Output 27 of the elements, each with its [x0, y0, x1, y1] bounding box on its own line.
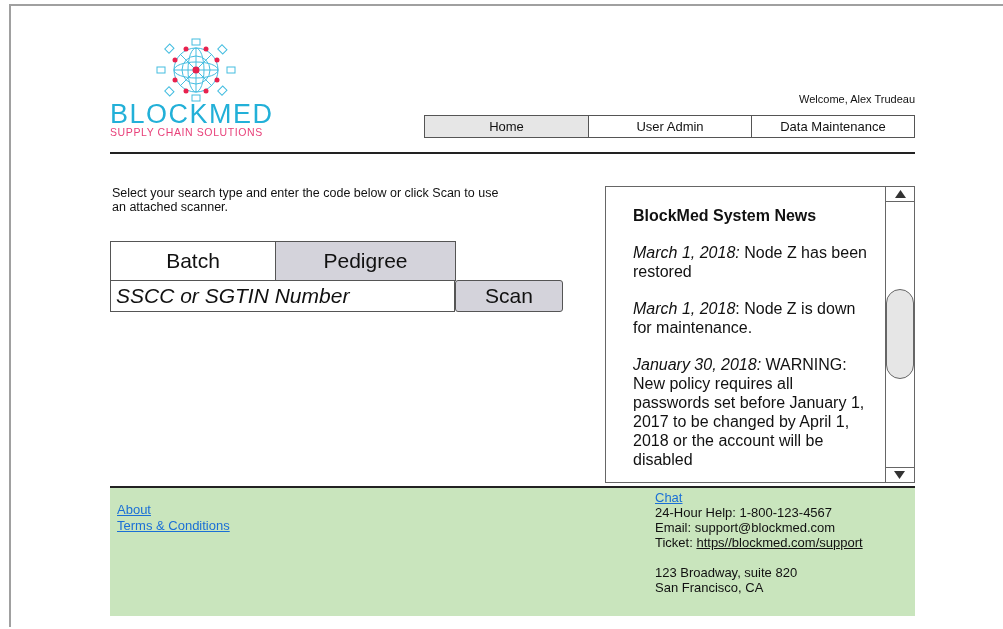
- search-type-tab[interactable]: Batch: [110, 241, 276, 281]
- news-item: March 1, 2018: Node Z is down for maintenance.: [633, 299, 857, 337]
- instructions-text: Select your search type and enter the code below or click Scan to use an attached scanner.: [112, 186, 500, 214]
- help-phone-text: 24-Hour Help: 1-800-123-4567: [655, 505, 833, 520]
- code-input-field[interactable]: SSCC or SGTIN Number: [110, 280, 455, 312]
- footer-link[interactable]: About: [117, 502, 151, 517]
- nav-tab[interactable]: Home: [425, 116, 588, 137]
- scrollbar[interactable]: [885, 187, 914, 482]
- scroll-down-icon[interactable]: [894, 471, 905, 479]
- address-text: 123 Broadway, suite 820: [655, 565, 798, 580]
- logo-name: BLOCKMED: [110, 102, 274, 126]
- network-logo-icon: [156, 38, 236, 102]
- chat-link[interactable]: Chat: [655, 490, 683, 505]
- news-item: January 30, 2018: WARNING: New policy requires all passwords set before January 1, 2017 to be changed by April 1, 2018 or the account will be disabled: [633, 355, 866, 469]
- welcome-text: Welcome, Alex Trudeau: [799, 93, 915, 105]
- address-text: San Francisco, CA: [655, 580, 764, 595]
- scroll-thumb[interactable]: [886, 289, 914, 379]
- email-text: Email: support@blockmed.com: [655, 520, 836, 535]
- scroll-up-icon[interactable]: [894, 190, 906, 198]
- logo-tagline: SUPPLY CHAIN SOLUTIONS: [110, 126, 263, 138]
- ticket-link[interactable]: https//blockmed.com/support: [696, 535, 863, 550]
- footer-link[interactable]: Terms & Conditions: [117, 518, 230, 533]
- news-title: BlockMed System News: [633, 207, 818, 225]
- scan-button[interactable]: Scan: [455, 280, 563, 312]
- news-item: March 1, 2018: Node Z has been restored: [633, 243, 868, 281]
- search-type-tab[interactable]: Pedigree: [275, 241, 456, 281]
- ticket-text: Ticket: https//blockmed.com/support: [655, 535, 863, 550]
